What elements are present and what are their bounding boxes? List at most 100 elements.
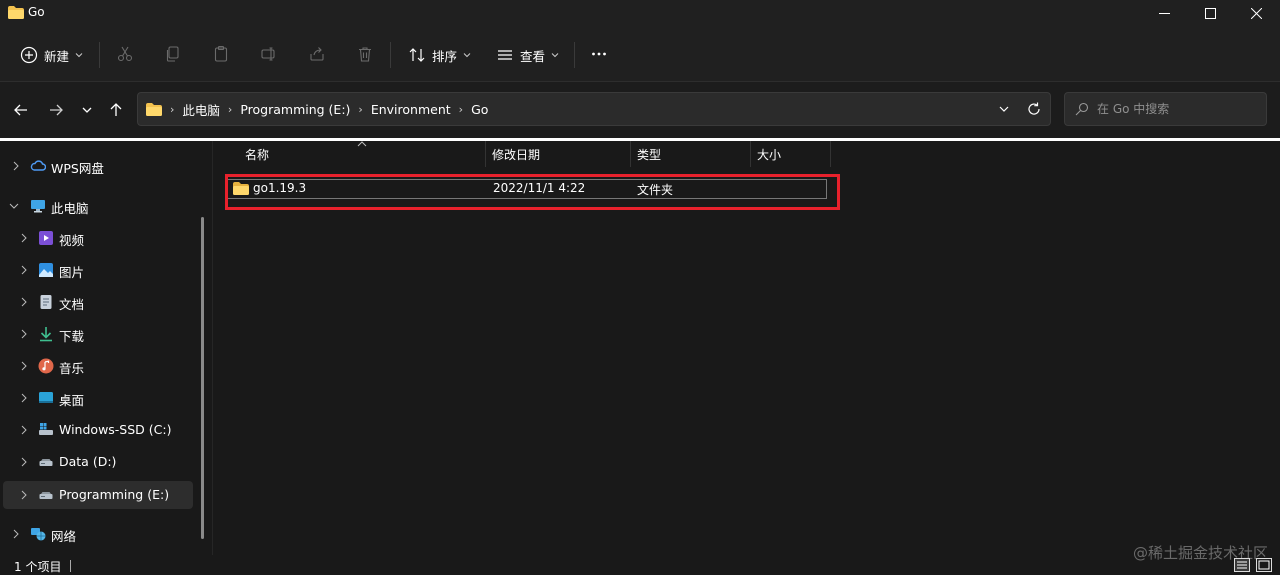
share-icon <box>310 47 324 61</box>
sidebar-item-drive-c[interactable]: Windows-SSD (C:) <box>3 416 193 444</box>
status-separator <box>70 560 71 572</box>
share-button[interactable] <box>306 43 328 65</box>
refresh-icon[interactable] <box>1026 101 1042 117</box>
sidebar-item-videos[interactable]: 视频 <box>3 224 193 252</box>
chevron-right-icon <box>21 393 27 403</box>
arrow-left-icon <box>14 104 27 116</box>
sort-button[interactable]: 排序 <box>408 40 471 70</box>
sidebar-item-network[interactable]: 网络 <box>3 520 193 548</box>
chevron-right-icon <box>21 329 27 339</box>
sidebar-item-desktop[interactable]: 桌面 <box>3 384 193 412</box>
column-header-modified[interactable]: 修改日期 <box>492 141 630 167</box>
chevron-right-icon <box>21 457 27 467</box>
chevron-down-icon <box>551 53 559 58</box>
sidebar-item-label: WPS网盘 <box>51 161 104 176</box>
search-input[interactable] <box>1097 93 1262 125</box>
navigation-pane: WPS网盘 此电脑 视频 图片 文档 下载 音乐 桌面 Windows-SSD … <box>0 141 212 555</box>
copy-button[interactable] <box>162 43 184 65</box>
item-count: 1 个项目 <box>14 560 62 574</box>
window-title: Go <box>28 5 45 19</box>
column-header-label: 名称 <box>245 147 270 162</box>
sidebar-item-drive-e[interactable]: Programming (E:) <box>3 481 193 509</box>
title-bar: Go <box>0 0 1280 26</box>
sidebar-item-this-pc[interactable]: 此电脑 <box>3 192 193 220</box>
sort-icon <box>409 48 425 62</box>
sidebar-item-pictures[interactable]: 图片 <box>3 256 193 284</box>
breadcrumb-this-pc[interactable]: 此电脑 <box>182 100 220 119</box>
address-bar[interactable]: › 此电脑 › Programming (E:) › Environment ›… <box>137 92 1051 126</box>
details-view-icon[interactable] <box>1234 558 1250 572</box>
sidebar-item-label: 视频 <box>59 233 85 248</box>
breadcrumb-separator: › <box>170 102 175 116</box>
new-button[interactable]: 新建 <box>20 40 83 70</box>
more-options-button[interactable] <box>588 43 610 65</box>
file-list-scrollbar[interactable] <box>1276 141 1280 555</box>
sidebar-item-label: 下载 <box>59 329 85 344</box>
delete-button[interactable] <box>354 43 376 65</box>
close-button[interactable] <box>1233 0 1279 26</box>
music-icon <box>38 358 54 374</box>
drive-icon <box>39 459 53 466</box>
toolbar-separator <box>99 42 100 68</box>
video-icon <box>39 231 53 245</box>
recent-locations-button[interactable] <box>76 99 98 121</box>
chevron-right-icon <box>21 265 27 275</box>
column-header-label: 修改日期 <box>492 147 541 162</box>
paste-button[interactable] <box>210 43 232 65</box>
minimize-icon <box>1158 12 1170 14</box>
toolbar-separator <box>390 42 391 68</box>
view-button[interactable]: 查看 <box>496 40 559 70</box>
clipboard-icon <box>214 45 228 62</box>
column-divider[interactable] <box>485 141 486 167</box>
sidebar-item-documents[interactable]: 文档 <box>3 288 193 316</box>
sidebar-item-label: 音乐 <box>59 361 85 376</box>
address-row: › 此电脑 › Programming (E:) › Environment ›… <box>0 82 1280 138</box>
column-header-label: 大小 <box>757 147 782 162</box>
search-box[interactable] <box>1064 92 1267 126</box>
chevron-right-icon <box>21 425 27 435</box>
view-label: 查看 <box>520 48 546 64</box>
column-divider[interactable] <box>750 141 751 167</box>
more-icon <box>592 52 606 56</box>
rename-icon <box>261 47 275 61</box>
column-divider[interactable] <box>830 141 831 167</box>
file-explorer-window: Go 新建 排序 查看 › 此电脑 › Programming (E:) › E… <box>0 0 1280 575</box>
forward-button[interactable] <box>45 99 67 121</box>
up-button[interactable] <box>105 99 127 121</box>
address-dropdown-icon[interactable] <box>996 101 1012 117</box>
sidebar-item-label: 文档 <box>59 297 85 312</box>
sidebar-item-label: Programming (E:) <box>59 487 170 502</box>
sidebar-item-wps-cloud[interactable]: WPS网盘 <box>3 152 193 180</box>
sidebar-item-drive-d[interactable]: Data (D:) <box>3 448 193 476</box>
column-header-size[interactable]: 大小 <box>757 141 830 167</box>
maximize-button[interactable] <box>1187 0 1233 26</box>
sidebar-item-music[interactable]: 音乐 <box>3 352 193 380</box>
plus-circle-icon <box>20 46 38 64</box>
breadcrumb-environment[interactable]: Environment <box>371 102 451 117</box>
rename-button[interactable] <box>258 43 280 65</box>
sidebar-scrollbar[interactable] <box>201 217 204 539</box>
breadcrumb-go[interactable]: Go <box>471 102 488 117</box>
desktop-icon <box>39 392 53 403</box>
trash-icon <box>359 47 371 62</box>
highlight-annotation <box>225 174 840 210</box>
chevron-down-icon <box>82 107 92 113</box>
column-header-name[interactable]: 名称 <box>245 141 485 167</box>
chevron-down-icon <box>9 203 19 209</box>
back-button[interactable] <box>10 99 32 121</box>
cut-button[interactable] <box>114 43 136 65</box>
command-bar: 新建 排序 查看 <box>0 26 1280 82</box>
column-header-type[interactable]: 类型 <box>637 141 750 167</box>
network-icon <box>31 528 46 541</box>
minimize-button[interactable] <box>1141 0 1187 26</box>
column-divider[interactable] <box>630 141 631 167</box>
large-icons-view-icon[interactable] <box>1256 558 1272 572</box>
sidebar-item-label: 桌面 <box>59 393 85 408</box>
sidebar-item-downloads[interactable]: 下载 <box>3 320 193 348</box>
arrow-up-icon <box>110 103 122 116</box>
sidebar-item-label: Data (D:) <box>59 454 117 469</box>
sidebar-item-label: Windows-SSD (C:) <box>59 422 172 437</box>
file-list-pane: 名称 修改日期 类型 大小 go1.19.3 2022/11/1 4:22 文件… <box>212 141 1280 555</box>
breadcrumb-programming-drive[interactable]: Programming (E:) <box>240 102 350 117</box>
chevron-right-icon <box>21 233 27 243</box>
